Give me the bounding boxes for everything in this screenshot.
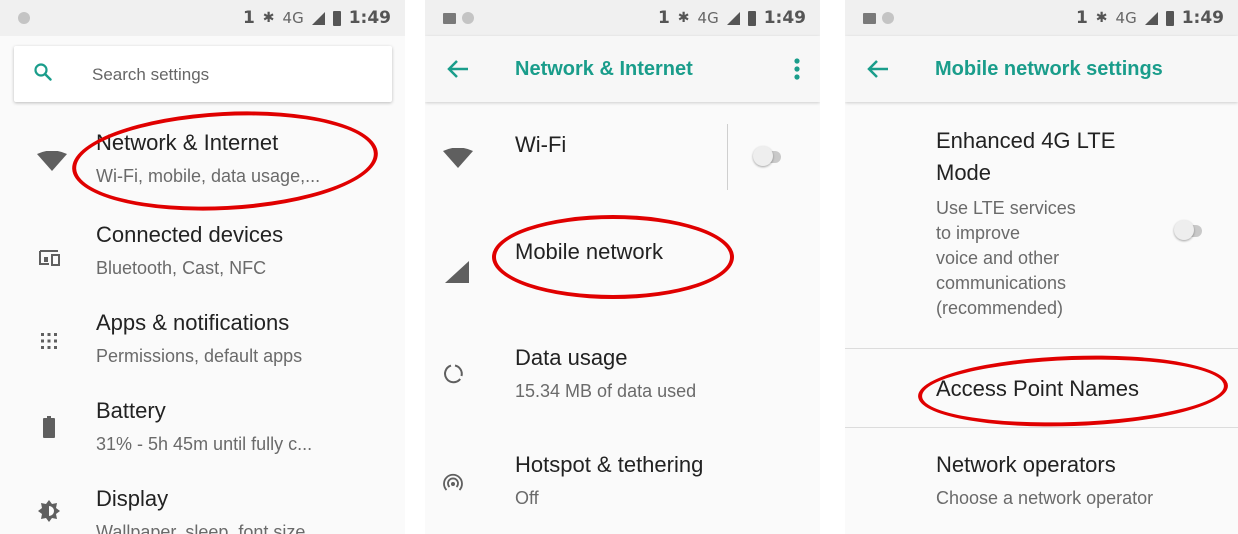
signal-icon bbox=[726, 11, 740, 25]
apps-grid-icon bbox=[41, 333, 57, 349]
setting-item-wifi[interactable]: Wi-Fi bbox=[425, 110, 820, 210]
network-type: 4G bbox=[282, 9, 304, 27]
setting-item-data-usage[interactable]: Data usage 15.34 MB of data used bbox=[425, 335, 820, 425]
clock: 1:49 bbox=[348, 8, 391, 28]
setting-item-mobile-network[interactable]: Mobile network bbox=[425, 215, 820, 315]
battery-icon bbox=[43, 416, 55, 438]
item-description-line: voice and other bbox=[936, 248, 1060, 268]
mobile-network-settings-screen: 1 ✱ 4G 1:49 Mobile network settings Enha… bbox=[845, 0, 1238, 534]
item-subtitle: Permissions, default apps bbox=[96, 346, 303, 366]
image-notification-icon bbox=[863, 12, 876, 24]
bluetooth-icon: ✱ bbox=[677, 10, 690, 26]
item-title: Enhanced 4G LTE bbox=[936, 128, 1116, 153]
settings-screen: 1 ✱ 4G 1:49 Search settings Network & In… bbox=[0, 0, 405, 534]
app-bar: Network & Internet bbox=[425, 36, 820, 102]
signal-icon bbox=[311, 11, 325, 25]
page-title: Mobile network settings bbox=[935, 58, 1163, 80]
sim-indicator: 1 bbox=[1075, 8, 1088, 28]
item-description-line: to improve bbox=[936, 223, 1021, 243]
image-notification-icon bbox=[443, 12, 456, 24]
status-bar: 1 ✱ 4G 1:49 bbox=[0, 0, 405, 36]
item-subtitle: Wallpaper, sleep, font size bbox=[96, 522, 306, 534]
brightness-icon bbox=[38, 500, 60, 522]
setting-item-apps-notifications[interactable]: Apps & notifications Permissions, defaul… bbox=[0, 298, 405, 382]
item-subtitle: 15.34 MB of data used bbox=[515, 381, 697, 401]
item-title: Display bbox=[96, 486, 169, 511]
app-bar: Mobile network settings bbox=[845, 36, 1238, 102]
toggle-thumb bbox=[753, 146, 773, 166]
back-arrow-icon[interactable] bbox=[867, 58, 889, 80]
lte-toggle[interactable] bbox=[1174, 220, 1204, 240]
more-options-icon[interactable] bbox=[794, 58, 800, 80]
item-title: Apps & notifications bbox=[96, 310, 290, 335]
item-title-continued: Mode bbox=[936, 160, 992, 185]
item-subtitle: 31% - 5h 45m until fully c... bbox=[96, 434, 313, 454]
clock: 1:49 bbox=[1181, 8, 1224, 28]
network-type: 4G bbox=[697, 9, 719, 27]
hotspot-icon bbox=[443, 473, 463, 491]
wifi-icon bbox=[443, 148, 473, 168]
cell-signal-icon bbox=[445, 261, 469, 283]
setting-item-battery[interactable]: Battery 31% - 5h 45m until fully c... bbox=[0, 386, 405, 470]
search-icon bbox=[34, 63, 52, 81]
setting-item-display[interactable]: Display Wallpaper, sleep, font size bbox=[0, 476, 405, 534]
network-type: 4G bbox=[1115, 9, 1137, 27]
setting-item-hotspot-tethering[interactable]: Hotspot & tethering Off bbox=[425, 442, 820, 532]
item-title: Battery bbox=[96, 398, 166, 423]
notification-dot-icon bbox=[882, 12, 894, 24]
setting-item-enhanced-4g-lte[interactable]: Enhanced 4G LTE Mode Use LTE services to… bbox=[845, 110, 1238, 348]
item-title: Data usage bbox=[515, 345, 628, 370]
item-title: Access Point Names bbox=[936, 376, 1139, 401]
battery-icon bbox=[1165, 10, 1174, 26]
item-subtitle: Wi-Fi, mobile, data usage,... bbox=[96, 166, 321, 186]
item-description-line: communications bbox=[936, 273, 1067, 293]
sim-indicator: 1 bbox=[242, 8, 255, 28]
notification-dot-icon bbox=[462, 12, 474, 24]
item-title: Wi-Fi bbox=[515, 132, 567, 157]
item-subtitle: Choose a network operator bbox=[936, 488, 1154, 508]
setting-item-network-internet[interactable]: Network & Internet Wi-Fi, mobile, data u… bbox=[0, 118, 405, 202]
signal-icon bbox=[1144, 11, 1158, 25]
divider bbox=[727, 124, 728, 190]
item-title: Connected devices bbox=[96, 222, 284, 247]
toggle-thumb bbox=[1174, 220, 1194, 240]
bluetooth-icon: ✱ bbox=[1095, 10, 1108, 26]
back-arrow-icon[interactable] bbox=[447, 58, 469, 80]
clock: 1:49 bbox=[763, 8, 806, 28]
sim-indicator: 1 bbox=[657, 8, 670, 28]
item-title: Network operators bbox=[936, 452, 1116, 477]
wifi-toggle[interactable] bbox=[753, 146, 783, 166]
bluetooth-icon: ✱ bbox=[262, 10, 275, 26]
item-subtitle: Off bbox=[515, 488, 539, 508]
item-title: Network & Internet bbox=[96, 130, 279, 155]
battery-icon bbox=[747, 10, 756, 26]
item-description-line: (recommended) bbox=[936, 298, 1064, 318]
page-title: Network & Internet bbox=[515, 58, 693, 80]
item-subtitle: Bluetooth, Cast, NFC bbox=[96, 258, 267, 278]
notification-dot-icon bbox=[18, 12, 30, 24]
item-title: Hotspot & tethering bbox=[515, 452, 704, 477]
search-bar[interactable]: Search settings bbox=[14, 46, 392, 102]
wifi-icon bbox=[37, 151, 67, 171]
setting-item-connected-devices[interactable]: Connected devices Bluetooth, Cast, NFC bbox=[0, 210, 405, 294]
search-input[interactable]: Search settings bbox=[92, 65, 209, 85]
status-bar: 1 ✱ 4G 1:49 bbox=[425, 0, 820, 36]
status-bar: 1 ✱ 4G 1:49 bbox=[845, 0, 1238, 36]
data-usage-icon bbox=[444, 364, 463, 384]
item-description-line: Use LTE services bbox=[936, 198, 1076, 218]
setting-item-network-operators[interactable]: Network operators Choose a network opera… bbox=[845, 428, 1238, 534]
battery-icon bbox=[332, 10, 341, 26]
setting-item-access-point-names[interactable]: Access Point Names bbox=[845, 349, 1238, 427]
network-internet-screen: 1 ✱ 4G 1:49 Network & Internet Wi-Fi Mob… bbox=[425, 0, 820, 534]
item-title: Mobile network bbox=[515, 239, 663, 264]
devices-icon bbox=[39, 250, 60, 266]
